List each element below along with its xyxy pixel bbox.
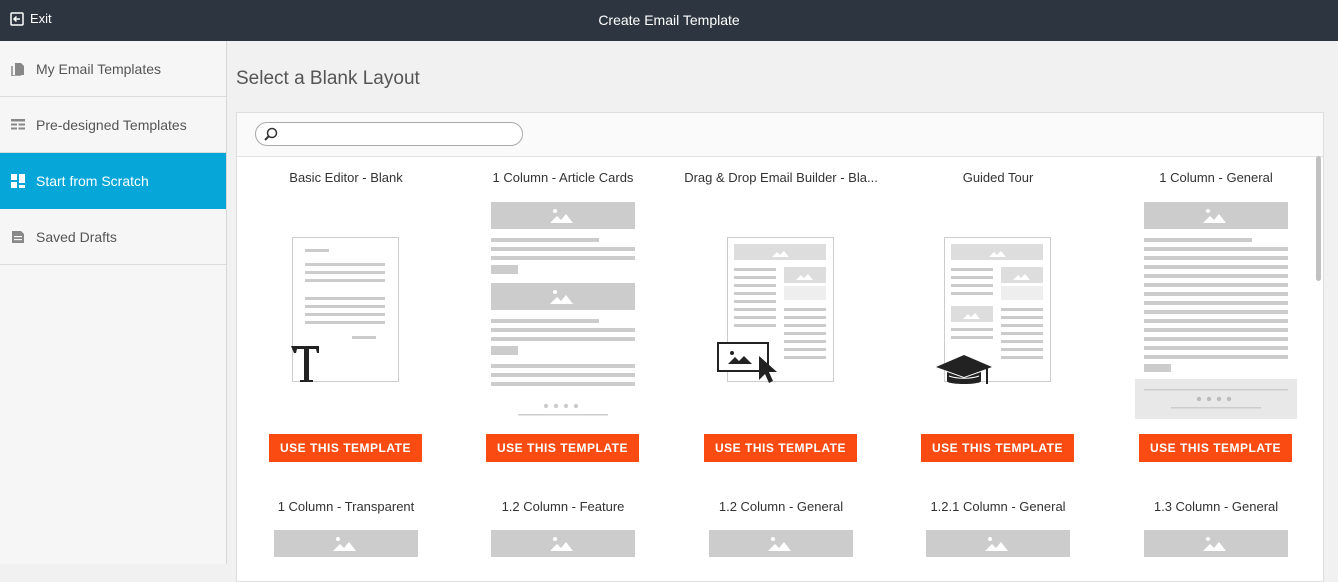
template-card: 1.2.1 Column - General [889,499,1107,557]
image-placeholder-icon [274,530,418,557]
draft-icon [12,230,24,243]
grid-layout-icon [11,173,25,188]
template-name: Basic Editor - Blank [289,170,403,185]
template-card: 1.2 Column - General [672,499,890,557]
sidebar-item-label: Saved Drafts [36,228,117,245]
sidebar-item-label: My Email Templates [36,60,162,77]
use-template-button[interactable]: USE THIS TEMPLATE [1139,434,1292,462]
sidebar-item-label: Start from Scratch [36,172,149,189]
use-template-button[interactable]: USE THIS TEMPLATE [704,434,857,462]
search-bar [237,113,1323,157]
sidebar-item-saved-drafts[interactable]: Saved Drafts [0,209,226,265]
template-thumbnail[interactable] [672,194,890,424]
sidebar-item-start-from-scratch[interactable]: Start from Scratch [0,153,226,209]
template-card: 1 Column - General USE THIS TEMPLATE [1107,170,1325,462]
template-name: 1.3 Column - General [1153,499,1279,514]
use-template-button[interactable]: USE THIS TEMPLATE [269,434,422,462]
search-icon [264,127,278,141]
image-placeholder-icon [491,530,635,557]
template-thumbnail[interactable] [1107,523,1325,563]
image-placeholder-icon [709,530,853,557]
sidebar-item-label: Pre-designed Templates [36,116,187,133]
top-bar: Exit Create Email Template [0,0,1338,41]
template-card: Guided Tour USE THIS TEMPLATE [889,170,1107,462]
template-card: Basic Editor - Blank USE THIS TEMPLATE [237,170,455,462]
one-column-general-thumbnail [1135,202,1297,419]
document-icon [11,62,24,76]
template-thumbnail[interactable] [889,523,1107,563]
template-name: 1.2 Column - Feature [501,499,625,514]
template-name: Drag & Drop Email Builder - Bla... [684,170,878,185]
template-name: 1 Column - General [1159,170,1273,185]
sidebar-item-my-email-templates[interactable]: My Email Templates [0,41,226,97]
image-placeholder-icon [1144,530,1288,557]
template-thumbnail[interactable] [454,523,672,563]
search-input[interactable] [284,125,518,145]
template-card: 1.3 Column - General [1107,499,1325,557]
page-title: Create Email Template [598,12,740,28]
template-name: 1 Column - Transparent [277,499,415,514]
template-card: 1.2 Column - Feature [454,499,672,557]
sidebar-item-pre-designed-templates[interactable]: Pre-designed Templates [0,97,226,153]
template-thumbnail[interactable] [237,194,455,424]
section-heading: Select a Blank Layout [236,68,420,89]
use-template-button[interactable]: USE THIS TEMPLATE [486,434,639,462]
drag-drop-thumbnail [717,237,834,383]
search-field [255,122,523,146]
template-panel: Basic Editor - Blank USE THIS TEMPLATE 1… [236,112,1324,582]
template-name: Guided Tour [962,170,1034,185]
layout-list-icon [11,118,25,129]
template-card: 1 Column - Article Cards USE THIS TEMPLA… [454,170,672,462]
template-card: 1 Column - Transparent [237,499,455,557]
basic-editor-thumbnail [291,237,399,382]
template-thumbnail[interactable] [1107,194,1325,424]
template-thumbnail[interactable] [454,194,672,424]
sidebar: My Email Templates Pre-designed Template… [0,41,227,564]
main-content: Select a Blank Layout Basic Editor - Bla… [227,41,1338,582]
guided-tour-thumbnail [936,237,1051,384]
template-thumbnail[interactable] [237,523,455,563]
template-thumbnail[interactable] [672,523,890,563]
template-thumbnail[interactable] [889,194,1107,424]
template-name: 1.2.1 Column - General [930,499,1066,514]
image-placeholder-icon [926,530,1070,557]
template-name: 1.2 Column - General [718,499,844,514]
template-name: 1 Column - Article Cards [492,170,634,185]
article-cards-thumbnail [491,202,635,416]
use-template-button[interactable]: USE THIS TEMPLATE [921,434,1074,462]
template-card: Drag & Drop Email Builder - Bla... USE T… [672,170,890,462]
